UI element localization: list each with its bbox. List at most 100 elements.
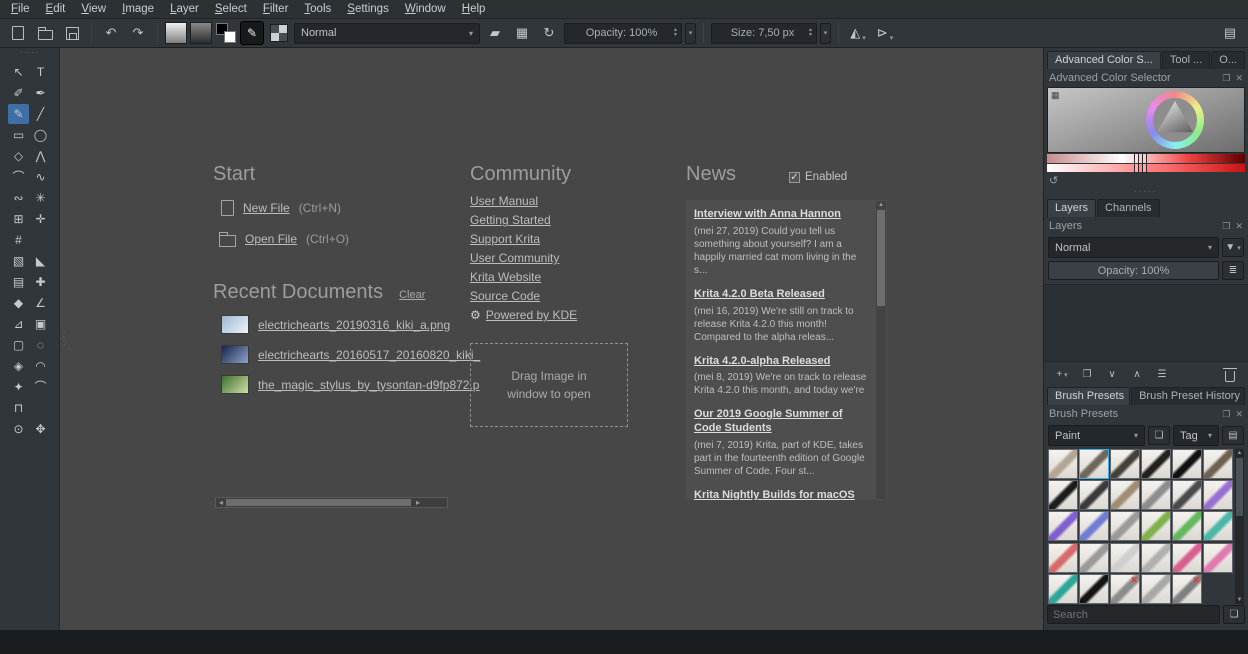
tool-transform[interactable]: ⊞ (8, 209, 29, 229)
tab-layers[interactable]: Layers (1047, 199, 1096, 217)
community-link-label[interactable]: User Manual (470, 194, 538, 208)
pattern-chooser-button[interactable] (190, 22, 212, 44)
brush-size-spinbox[interactable]: Size: 7,50 px ▴▾ (711, 23, 817, 44)
news-item[interactable]: Krita 4.2.0 Beta Released (mei 16, 2019)… (694, 288, 869, 344)
community-link-label[interactable]: Powered by KDE (486, 308, 577, 322)
news-item-title[interactable]: Krita Nightly Builds for macOS (694, 489, 869, 500)
tab-brush-preset-history[interactable]: Brush Preset History (1131, 387, 1245, 405)
menu-item[interactable]: Filter (255, 1, 297, 17)
brush-preset[interactable] (1048, 574, 1078, 604)
brush-preset[interactable] (1079, 543, 1109, 573)
community-link[interactable]: Source Code (470, 289, 577, 303)
community-link-label[interactable]: Support Krita (470, 232, 540, 246)
move-layer-up-button[interactable]: ∧ (1126, 365, 1148, 384)
close-docker-icon[interactable]: ✕ (1235, 221, 1243, 232)
scroll-right-icon[interactable]: ▸ (413, 498, 423, 507)
tool-freehand-brush[interactable]: ✎ (8, 104, 29, 124)
foreground-background-color-selector[interactable] (215, 22, 237, 44)
community-link[interactable]: User Community (470, 251, 577, 265)
tool-calligraphy[interactable]: ✒ (30, 83, 51, 103)
scrollbar-thumb[interactable] (226, 499, 411, 506)
duplicate-layer-button[interactable]: ❐ (1076, 365, 1098, 384)
news-list[interactable]: ▲ Interview with Anna Hannon (mei 27, 20… (686, 200, 887, 500)
open-file-action[interactable]: Open File (Ctrl+O) (219, 231, 349, 247)
brush-preset[interactable] (1141, 574, 1171, 604)
color-value-strip[interactable] (1047, 164, 1245, 172)
brush-preset[interactable] (1203, 449, 1233, 479)
news-item-title[interactable]: Krita 4.2.0 Beta Released (694, 288, 869, 302)
brush-preset[interactable] (1141, 543, 1171, 573)
refresh-colors-icon[interactable]: ↺ (1049, 174, 1058, 187)
docker-resize-handle[interactable] (1044, 187, 1248, 196)
tool-rectangular-select[interactable]: ▢ (8, 335, 29, 355)
scroll-left-icon[interactable]: ◂ (216, 498, 226, 507)
tool-dynamic-brush[interactable]: ∾ (8, 188, 29, 208)
drag-image-dropzone[interactable]: Drag Image in window to open (470, 343, 628, 427)
brush-preset[interactable] (1110, 511, 1140, 541)
add-layer-button[interactable]: + ▾ (1051, 365, 1073, 384)
scroll-up-icon[interactable]: ▲ (878, 201, 884, 209)
community-link-label[interactable]: Getting Started (470, 213, 551, 227)
clear-recent-button[interactable]: Clear (399, 289, 425, 301)
community-link[interactable]: Krita Website (470, 270, 577, 284)
brush-preset[interactable] (1079, 511, 1109, 541)
tag-select[interactable]: Tag ▾ (1173, 425, 1219, 446)
blending-mode-select[interactable]: Normal ▾ (294, 23, 480, 44)
redo-button[interactable]: ↷ (126, 21, 150, 45)
close-docker-icon[interactable]: ✕ (1235, 73, 1243, 84)
scrollbar-thumb[interactable] (1236, 458, 1243, 516)
brush-preset[interactable] (1110, 449, 1140, 479)
news-item[interactable]: Interview with Anna Hannon (mei 27, 2019… (694, 208, 869, 277)
docker-splitter-handle[interactable] (61, 330, 67, 346)
eraser-mode-button[interactable]: ▰ (483, 21, 507, 45)
opacity-spinbox[interactable]: Opacity: 100% ▴▾ (564, 23, 682, 44)
community-link[interactable]: ⚙ Powered by KDE (470, 308, 577, 322)
community-link-label[interactable]: User Community (470, 251, 559, 265)
layer-view-options-button[interactable]: ≣ (1222, 261, 1244, 280)
tool-assistants[interactable]: ⊿ (8, 314, 29, 334)
brush-preset[interactable] (1203, 511, 1233, 541)
mirror-vertical-button[interactable]: ⊳ ▾ (873, 21, 897, 45)
scroll-down-icon[interactable]: ▼ (1237, 596, 1243, 604)
menu-item[interactable]: Help (454, 1, 494, 17)
brush-preset[interactable] (1079, 574, 1109, 604)
menu-item[interactable]: Select (207, 1, 255, 17)
brush-preset[interactable] (1141, 480, 1171, 510)
tool-rectangle[interactable]: ▭ (8, 125, 29, 145)
delete-layer-button[interactable] (1219, 365, 1241, 384)
news-item-title[interactable]: Our 2019 Google Summer of Code Students (694, 408, 869, 436)
brush-preset[interactable] (1110, 543, 1140, 573)
color-selector-settings-icon[interactable]: ▦ (1051, 91, 1060, 100)
brush-preset[interactable] (1203, 543, 1233, 573)
tool-pattern-edit[interactable]: ▤ (8, 272, 29, 292)
gradient-chooser-button[interactable] (165, 22, 187, 44)
advanced-color-selector[interactable]: ▦ (1047, 87, 1245, 153)
checkbox-check-icon[interactable]: ✓ (789, 172, 800, 183)
brush-preset[interactable]: ✕ (1172, 574, 1202, 604)
brush-preset[interactable] (1048, 480, 1078, 510)
toolbar-overflow-button[interactable]: ▤ (1218, 21, 1242, 45)
spinner-arrows-icon[interactable]: ▴▾ (807, 28, 814, 38)
size-options-caret[interactable]: ▾ (820, 23, 831, 44)
menu-item[interactable]: Edit (38, 1, 74, 17)
news-item-title[interactable]: Krita 4.2.0-alpha Released (694, 355, 869, 369)
brush-preset[interactable] (1141, 449, 1171, 479)
value-marker[interactable] (1134, 163, 1139, 173)
tool-line[interactable]: ╱ (30, 104, 51, 124)
news-enabled-checkbox[interactable]: ✓ Enabled (789, 171, 847, 183)
community-link[interactable]: Getting Started (470, 213, 577, 227)
news-scrollbar[interactable]: ▲ (876, 201, 886, 499)
layer-opacity-slider[interactable]: Opacity: 100% (1048, 261, 1219, 280)
tool-edit-shapes[interactable]: ✐ (8, 83, 29, 103)
community-link-label[interactable]: Source Code (470, 289, 540, 303)
tool-measure[interactable]: ∠ (30, 293, 51, 313)
recent-document-link[interactable]: electrichearts_20190316_kiki_a.png (258, 318, 450, 332)
tab-brush-presets[interactable]: Brush Presets (1047, 387, 1130, 405)
save-button[interactable] (60, 21, 84, 45)
tool-text[interactable]: T (30, 62, 51, 82)
tool-bezier-curve[interactable]: ⌒ (8, 167, 29, 187)
close-docker-icon[interactable]: ✕ (1235, 409, 1243, 420)
refresh-button[interactable]: ↻ (537, 21, 561, 45)
tool-multibrush[interactable]: ✳ (30, 188, 51, 208)
news-item[interactable]: Krita 4.2.0-alpha Released (mei 8, 2019)… (694, 355, 869, 398)
